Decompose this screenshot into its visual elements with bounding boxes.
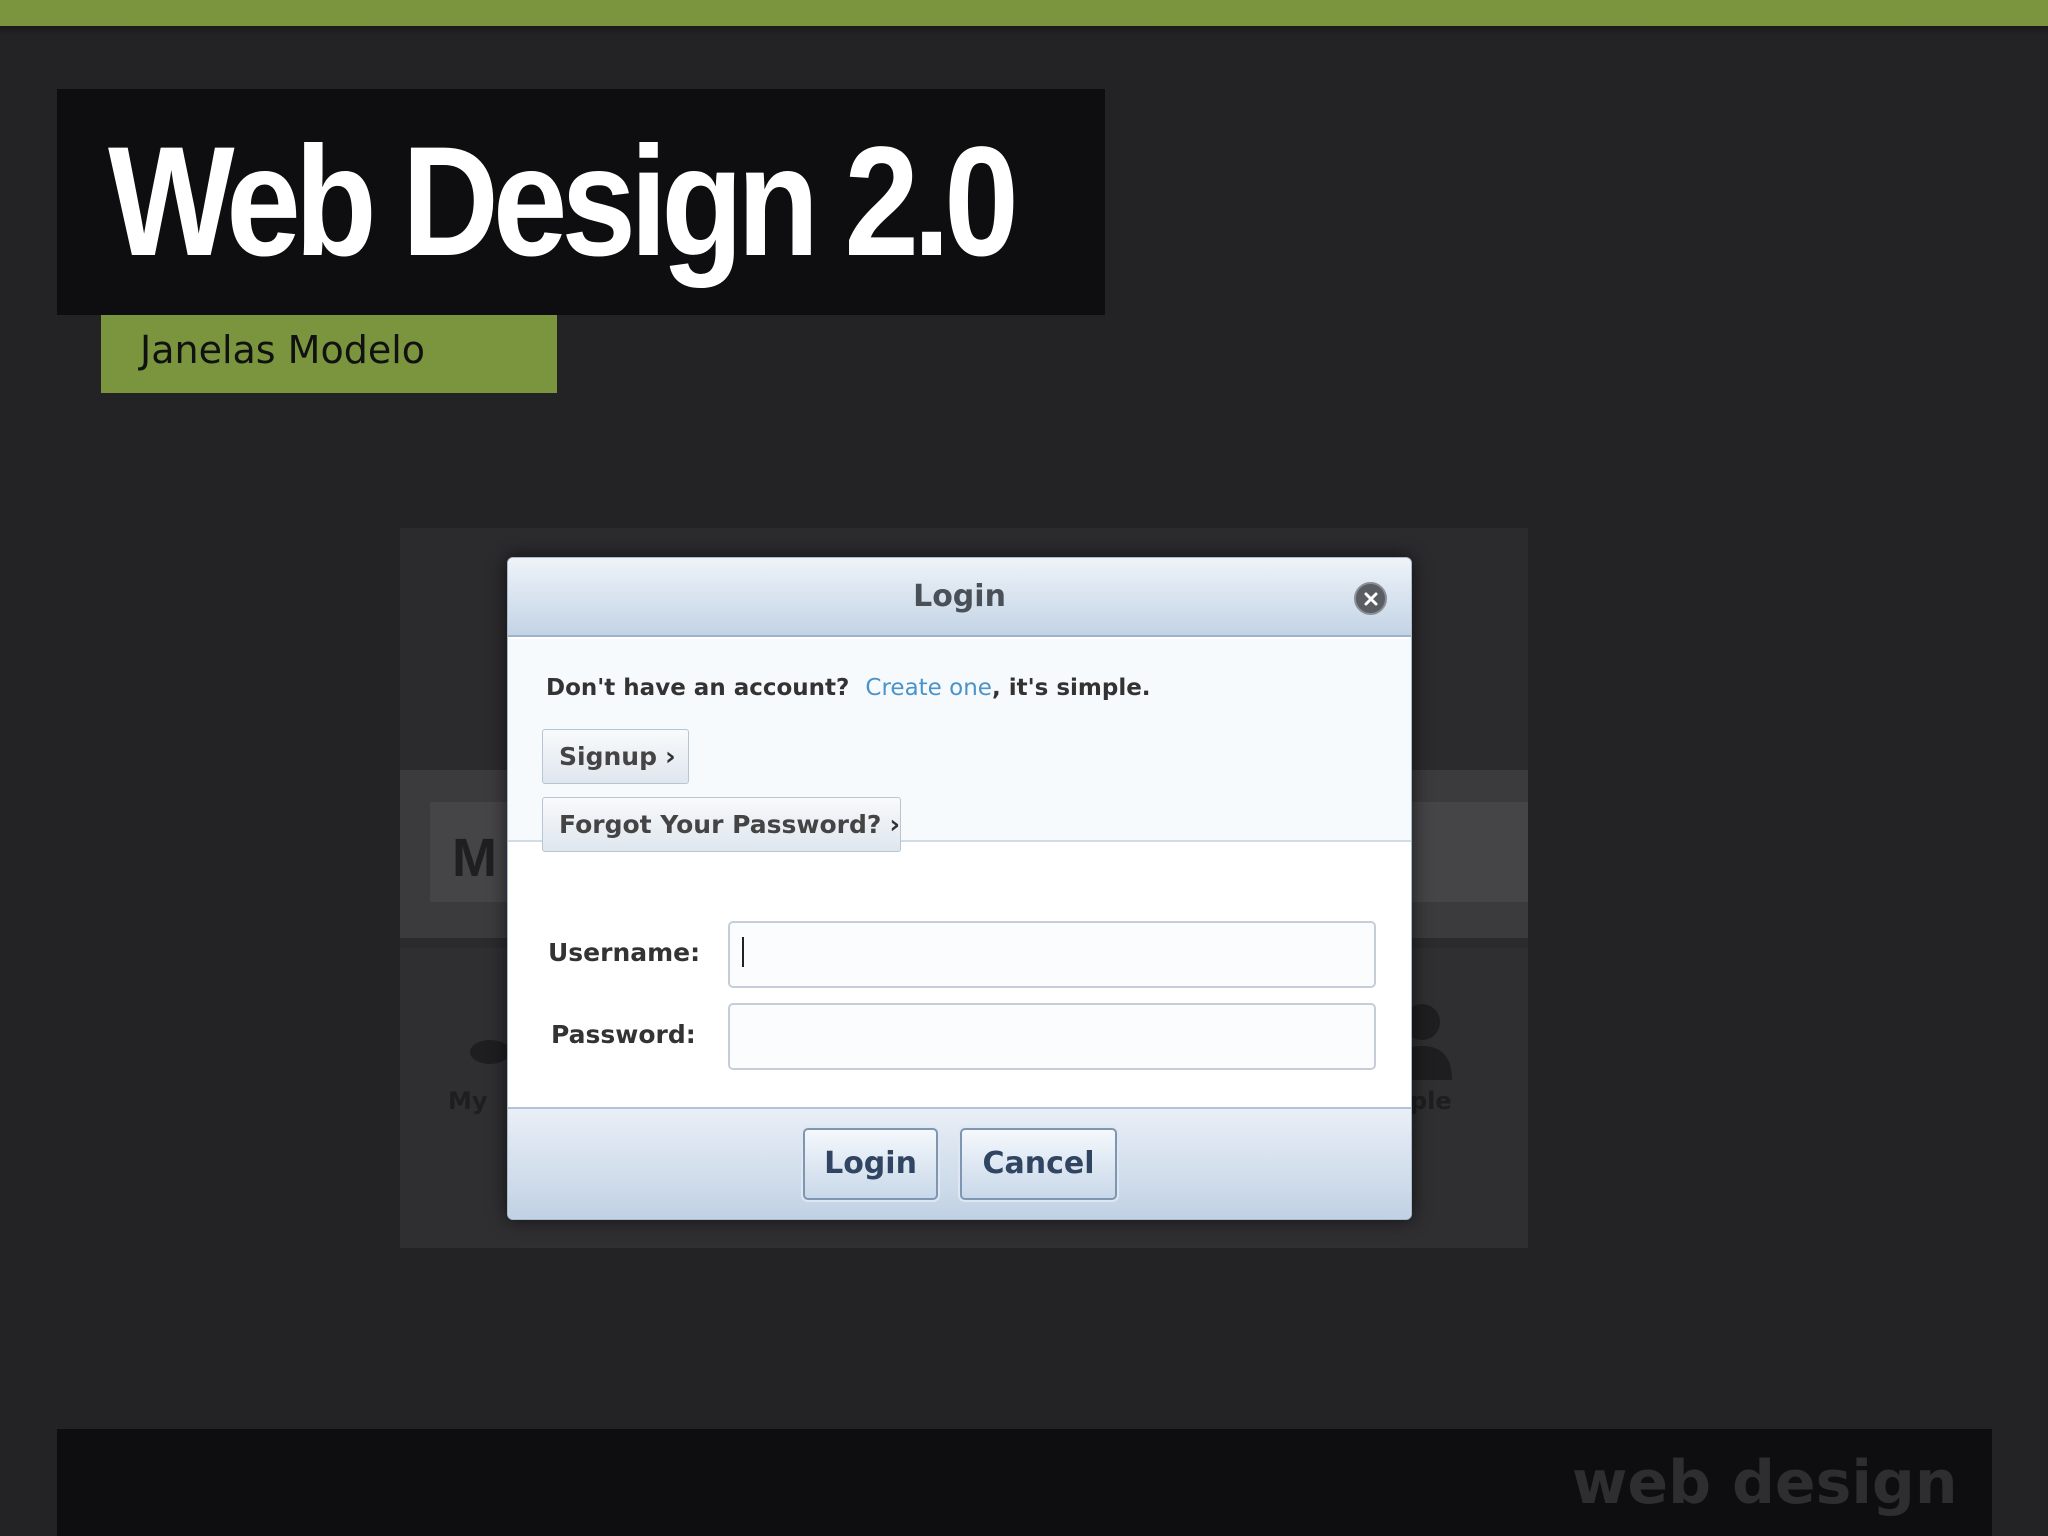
signup-prompt-suffix: , it's simple.: [991, 675, 1151, 701]
username-input[interactable]: [728, 921, 1376, 988]
top-accent-bar: [0, 0, 2048, 26]
chevron-right-icon: ›: [664, 742, 676, 772]
top-bar-shadow: [0, 26, 2048, 36]
background-app-heading: M: [452, 828, 497, 888]
username-label: Username:: [548, 938, 701, 967]
password-input[interactable]: [728, 1003, 1376, 1070]
background-left-label: My: [448, 1087, 488, 1115]
background-left-icon: [470, 1040, 510, 1064]
close-icon: [1364, 592, 1377, 605]
forgot-password-label: Forgot Your Password?: [559, 810, 882, 839]
signup-button[interactable]: Signup ›: [542, 729, 689, 784]
text-cursor: [742, 937, 744, 967]
signup-button-label: Signup: [559, 742, 657, 771]
close-button[interactable]: [1354, 582, 1387, 615]
chevron-right-icon: ›: [889, 810, 901, 840]
signup-prompt-text: Don't have an account?: [546, 675, 850, 701]
dialog-footer: Login Cancel: [508, 1107, 1411, 1219]
dialog-title: Login: [913, 579, 1006, 614]
signup-prompt: Don't have an account? Create one, it's …: [546, 673, 1151, 703]
slide-subtitle: Janelas Modelo: [140, 328, 426, 372]
login-dialog: Login Don't have an account? Create one,…: [507, 557, 1412, 1220]
slide-title: Web Design 2.0: [108, 115, 1019, 289]
background-right-label: ple: [1410, 1087, 1452, 1115]
footer-brand: web design: [1572, 1448, 1958, 1518]
create-account-link[interactable]: Create one: [865, 675, 992, 701]
login-button[interactable]: Login: [803, 1128, 938, 1200]
dialog-header: Login: [508, 558, 1411, 637]
password-label: Password:: [551, 1020, 696, 1049]
forgot-password-button[interactable]: Forgot Your Password? ›: [542, 797, 901, 852]
cancel-button[interactable]: Cancel: [960, 1128, 1117, 1200]
account-options-section: Don't have an account? Create one, it's …: [508, 639, 1411, 852]
